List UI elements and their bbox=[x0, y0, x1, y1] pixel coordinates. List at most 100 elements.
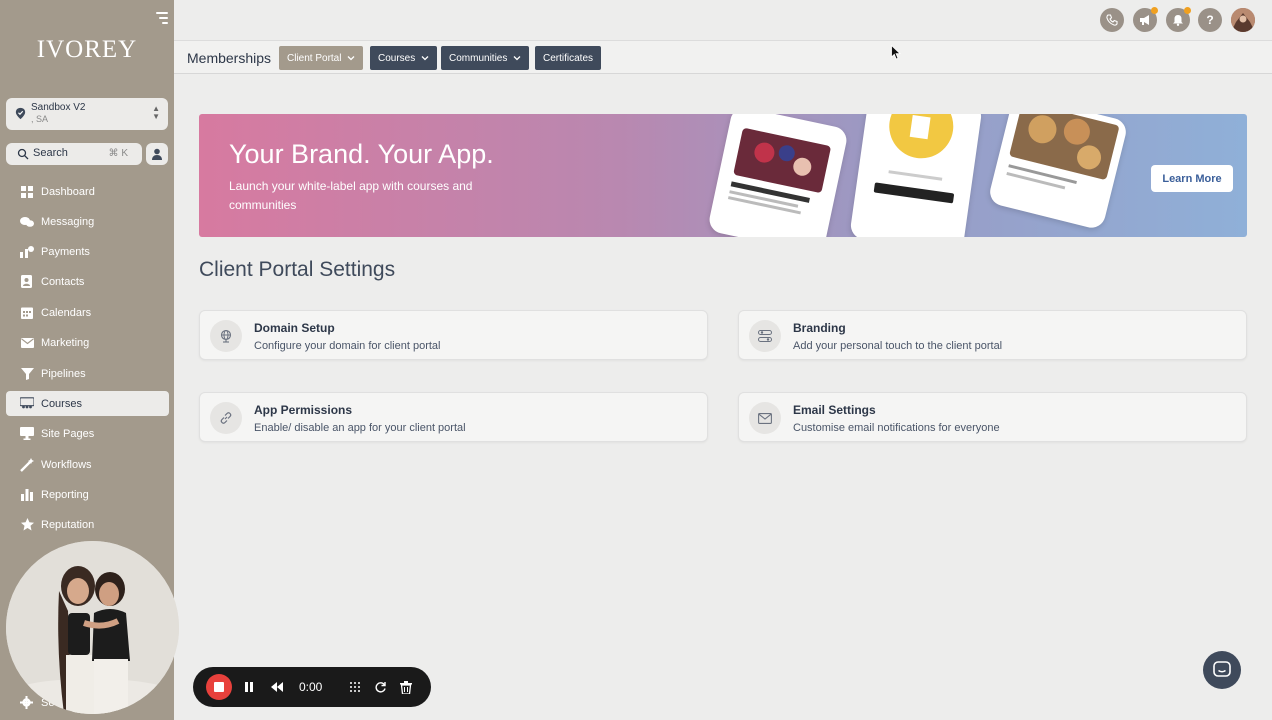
tab-label: Certificates bbox=[543, 52, 594, 64]
chevron-down-icon bbox=[348, 56, 355, 61]
search-icon bbox=[17, 148, 29, 160]
notifications-button[interactable] bbox=[1166, 7, 1191, 32]
globe-icon bbox=[210, 320, 242, 352]
sidebar-item-label: Calendars bbox=[41, 306, 92, 319]
gear-icon bbox=[20, 696, 33, 709]
tab-label: Courses bbox=[378, 52, 416, 64]
branding-card[interactable]: Branding Add your personal touch to the … bbox=[738, 310, 1247, 360]
stop-icon bbox=[214, 682, 224, 692]
sidebar-item-label: Payments bbox=[41, 245, 90, 258]
star-icon bbox=[20, 518, 34, 532]
sidebar-item-contacts[interactable]: Contacts bbox=[6, 269, 169, 294]
brand-logo: IVOREY bbox=[36, 36, 138, 63]
chat-widget-button[interactable] bbox=[1203, 651, 1241, 689]
email-settings-card[interactable]: Email Settings Customise email notificat… bbox=[738, 392, 1247, 442]
courses-icon bbox=[20, 397, 34, 411]
user-profile-button[interactable] bbox=[146, 143, 168, 165]
stop-record-button[interactable] bbox=[206, 674, 232, 700]
search-placeholder: Search bbox=[33, 147, 68, 159]
pause-icon bbox=[245, 682, 253, 692]
chat-bubbles-icon bbox=[20, 215, 34, 229]
banner-text: Launch your white-label app with courses… bbox=[229, 179, 473, 212]
search-shortcut: ⌘ K bbox=[108, 148, 128, 159]
menu-toggle-icon[interactable] bbox=[154, 12, 168, 24]
user-icon bbox=[152, 148, 162, 160]
phone-button[interactable] bbox=[1100, 8, 1124, 32]
banner-heading: Your Brand. Your App. bbox=[229, 139, 494, 169]
sidebar-item-label: Workflows bbox=[41, 458, 92, 471]
app-permissions-card[interactable]: App Permissions Enable/ disable an app f… bbox=[199, 392, 708, 442]
user-avatar[interactable] bbox=[1231, 8, 1255, 32]
sidebar-item-courses[interactable]: Courses bbox=[6, 391, 169, 416]
card-description: Configure your domain for client portal bbox=[254, 340, 441, 352]
chat-icon bbox=[1213, 661, 1231, 677]
sidebar-item-marketing[interactable]: Marketing bbox=[6, 330, 169, 355]
sidebar-item-label: Marketing bbox=[41, 336, 90, 349]
sidebar-item-reputation[interactable]: Reputation bbox=[6, 512, 169, 537]
bar-chart-icon bbox=[20, 488, 34, 502]
promo-banner: Your Brand. Your App. Launch your white-… bbox=[199, 114, 1247, 237]
recording-timer: 0:00 bbox=[299, 680, 323, 694]
card-description: Add your personal touch to the client po… bbox=[793, 340, 1003, 352]
card-title: App Permissions bbox=[254, 403, 353, 417]
delete-recording-button[interactable] bbox=[398, 679, 414, 695]
sidebar-item-site-pages[interactable]: Site Pages bbox=[6, 421, 169, 446]
rewind-button[interactable] bbox=[269, 679, 285, 695]
rewind-icon bbox=[271, 682, 283, 692]
notification-dot bbox=[1151, 7, 1158, 14]
card-title: Domain Setup bbox=[254, 321, 335, 335]
sidebar-item-reporting[interactable]: Reporting bbox=[6, 482, 169, 507]
location-name: Sandbox V2 bbox=[31, 102, 86, 113]
sidebar-item-messaging[interactable]: Messaging bbox=[6, 209, 169, 234]
payments-icon bbox=[20, 245, 34, 259]
page-title: Memberships bbox=[187, 50, 272, 66]
webcam-overlay[interactable] bbox=[6, 541, 179, 714]
sidebar-item-label: Messaging bbox=[41, 215, 95, 228]
sidebar-item-label: Courses bbox=[41, 397, 82, 410]
trash-icon bbox=[400, 680, 412, 694]
sidebar-item-workflows[interactable]: Workflows bbox=[6, 452, 169, 477]
contact-book-icon bbox=[20, 275, 34, 289]
sidebar-item-pipelines[interactable]: Pipelines bbox=[6, 361, 169, 386]
envelope-icon bbox=[749, 402, 781, 434]
search-input[interactable]: Search ⌘ K bbox=[6, 143, 142, 165]
chevron-down-icon bbox=[513, 56, 521, 61]
memberships-nav-bar: Memberships Client Portal Courses Commun… bbox=[174, 40, 1272, 74]
card-title: Email Settings bbox=[793, 403, 876, 417]
link-icon bbox=[210, 402, 242, 434]
sidebar-item-label: Reputation bbox=[41, 518, 95, 531]
sidebar-item-dashboard[interactable]: Dashboard bbox=[6, 179, 169, 204]
webcam-people-image bbox=[6, 541, 179, 714]
notification-dot bbox=[1184, 7, 1191, 14]
monitor-icon bbox=[20, 427, 34, 441]
envelope-icon bbox=[20, 336, 34, 350]
tab-label: Communities bbox=[449, 52, 508, 64]
tab-communities[interactable]: Communities bbox=[441, 46, 530, 70]
megaphone-icon bbox=[1140, 15, 1149, 25]
sliders-icon bbox=[749, 320, 781, 352]
sidebar-item-label: Site Pages bbox=[41, 427, 95, 440]
tab-client-portal[interactable]: Client Portal bbox=[279, 46, 364, 70]
card-description: Enable/ disable an app for your client p… bbox=[254, 422, 466, 434]
tab-courses[interactable]: Courses bbox=[370, 46, 438, 70]
tab-certificates[interactable]: Certificates bbox=[535, 46, 602, 70]
learn-more-button[interactable]: Learn More bbox=[1151, 165, 1233, 192]
help-icon: ? bbox=[1206, 13, 1214, 27]
pause-button[interactable] bbox=[241, 679, 257, 695]
sidebar-item-payments[interactable]: Payments bbox=[6, 239, 169, 264]
top-bar: ? bbox=[174, 0, 1272, 40]
phone-icon bbox=[1106, 14, 1118, 26]
restart-button[interactable] bbox=[372, 679, 388, 695]
drag-handle[interactable] bbox=[347, 679, 363, 695]
announcements-button[interactable] bbox=[1133, 7, 1158, 32]
location-switcher[interactable]: Sandbox V2 , SA ▲ ▼ bbox=[6, 98, 168, 130]
sidebar: IVOREY Sandbox V2 , SA ▲ ▼ Search ⌘ K Das… bbox=[0, 0, 179, 720]
updown-chevron-icon: ▲ ▼ bbox=[152, 104, 160, 121]
domain-setup-card[interactable]: Domain Setup Configure your domain for c… bbox=[199, 310, 708, 360]
help-button[interactable]: ? bbox=[1198, 8, 1222, 32]
card-title: Branding bbox=[793, 321, 846, 335]
screen-recorder-toolbar: 0:00 bbox=[193, 667, 431, 707]
sidebar-item-label: Dashboard bbox=[41, 185, 95, 198]
sidebar-item-calendars[interactable]: Calendars bbox=[6, 300, 169, 325]
restart-icon bbox=[374, 681, 386, 692]
